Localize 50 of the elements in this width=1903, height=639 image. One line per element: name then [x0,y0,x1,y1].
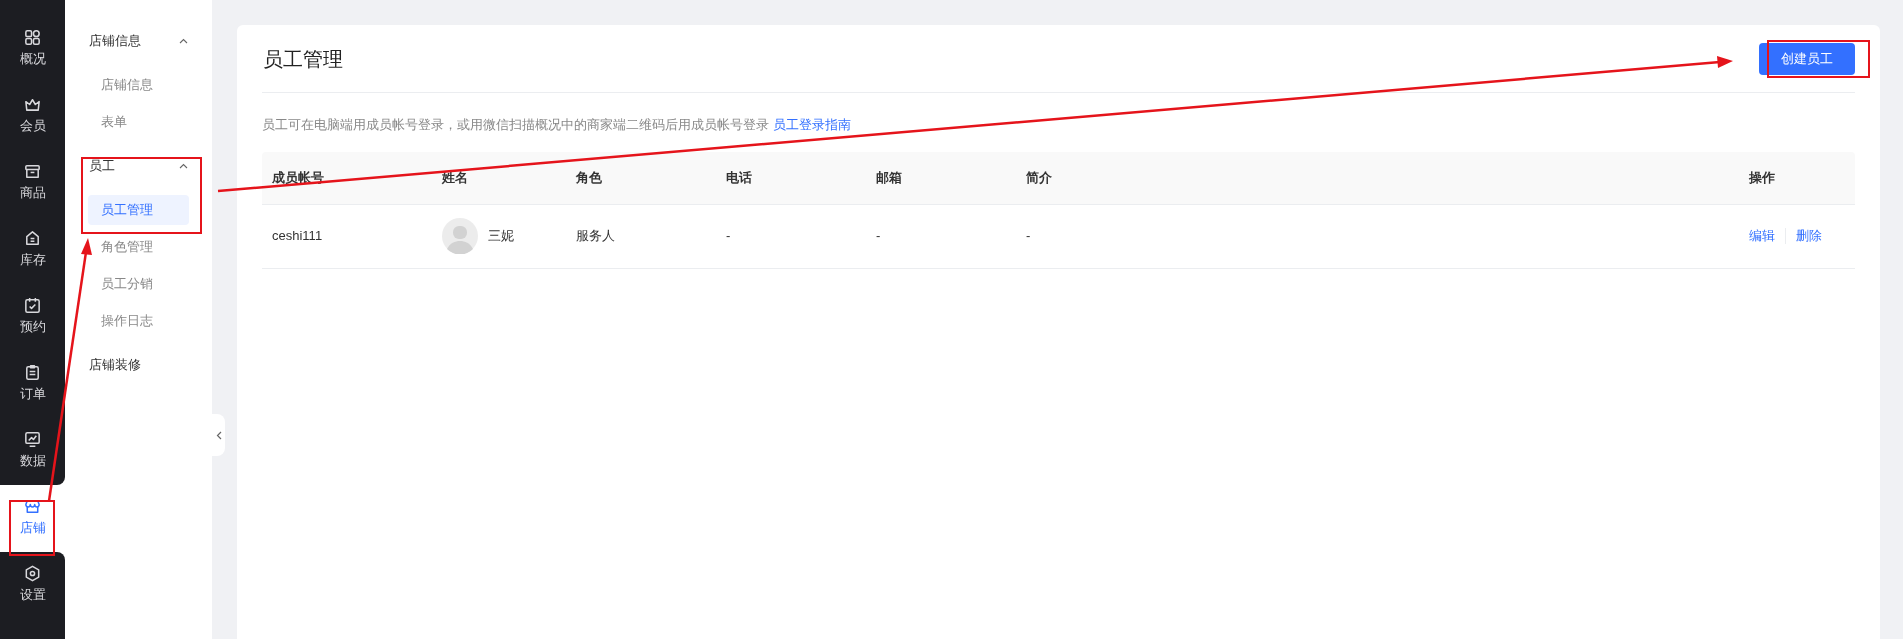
avatar-icon [442,218,478,254]
nav-item[interactable]: 订单 [0,351,65,418]
login-guide-link[interactable]: 员工登录指南 [772,117,851,132]
house-icon [23,229,42,248]
nav-item[interactable]: 概况 [0,16,65,83]
menu-item[interactable]: 角色管理 [88,232,189,262]
menu-item[interactable]: 员工分销 [88,269,189,299]
chevron-up-icon [179,163,188,169]
table-cell: - [876,228,881,244]
table-cell: - [726,228,731,244]
menu-group[interactable]: 店铺装修 [65,343,212,387]
rail-background [0,0,65,16]
table-cell: ceshi111 [272,228,323,244]
chevron-left-icon [215,430,222,440]
menu-item[interactable]: 操作日志 [88,306,189,336]
column-header: 邮箱 [876,168,903,187]
column-header: 姓名 [442,168,469,187]
table-cell-text: 三妮 [488,227,514,246]
nav-item[interactable]: 设置 [0,552,65,619]
menu-group[interactable]: 员工 [65,144,212,188]
clipboard-icon [23,363,42,382]
edit-link[interactable]: 编辑 [1749,226,1775,246]
table-cell: 服务人 [576,228,615,244]
settings-icon [23,564,42,583]
menu-item[interactable]: 店铺信息 [88,70,189,100]
menu-item[interactable]: 员工管理 [88,195,189,225]
rail-background [0,619,65,639]
chevron-up-icon [179,38,188,44]
page-title: 员工管理 [262,46,343,72]
nav-item[interactable]: 数据 [0,418,65,485]
monitor-chart-icon [23,430,42,449]
notice-text: 员工可在电脑端用成员帐号登录，或用微信扫描概况中的商家端二维码后用成员帐号登录 员工登录指南 [262,116,852,134]
column-header: 操作 [1749,168,1776,187]
column-header: 简介 [1026,168,1053,187]
collapse-tab[interactable] [212,414,225,456]
column-header: 电话 [726,168,753,187]
menu-group[interactable]: 店铺信息 [65,19,212,63]
highlight-frame [9,500,55,556]
table-cell: - [1026,228,1031,244]
menu-item[interactable]: 表单 [88,107,189,137]
nav-item[interactable]: 商品 [0,150,65,217]
delete-link[interactable]: 删除 [1796,226,1822,246]
nav-item[interactable]: 会员 [0,83,65,150]
create-button[interactable]: 创建员工 [1759,42,1855,75]
box-icon [23,162,42,181]
nav-item[interactable]: 预约 [0,284,65,351]
column-header: 角色 [576,168,603,187]
calendar-check-icon [23,296,42,315]
nav-item[interactable]: 库存 [0,217,65,284]
grid-icon [23,28,42,47]
